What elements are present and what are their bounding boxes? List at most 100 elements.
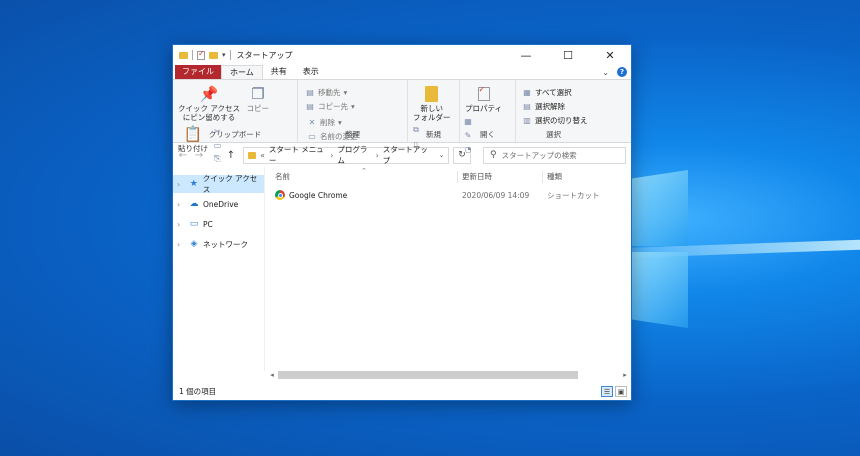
file-name: Google Chrome: [289, 190, 348, 200]
search-icon: ⚲: [490, 150, 497, 160]
copy-to-button[interactable]: ▤ コピー先 ▾: [305, 100, 355, 112]
windows-logo: [628, 170, 698, 330]
group-label-new: 新規: [426, 130, 441, 139]
window-title: スタートアップ: [236, 50, 293, 60]
easy-access-icon: ▯: [413, 139, 419, 149]
maximize-button[interactable]: ☐: [547, 45, 589, 65]
new-folder-icon: [423, 84, 441, 104]
properties-icon: [475, 84, 493, 104]
tab-share[interactable]: 共有: [263, 65, 295, 79]
select-all-icon: ▦: [523, 87, 531, 97]
select-none-icon: ▤: [523, 101, 531, 111]
help-icon[interactable]: ?: [617, 67, 627, 77]
nav-item-network[interactable]: › ◈ ネットワーク: [173, 235, 264, 253]
chevron-down-icon[interactable]: ⌄: [602, 68, 609, 77]
move-icon: ▤: [306, 87, 314, 97]
tab-view[interactable]: 表示: [295, 65, 327, 79]
large-icons-view-button[interactable]: ▣: [615, 385, 627, 397]
pin-to-quick-access-button[interactable]: 📌 クイック アクセス にピン留めする: [176, 82, 242, 122]
navigation-pane: › ★ クイック アクセス › ☁ OneDrive › ▭ PC › ◈ ネッ…: [173, 167, 265, 371]
quick-access-toolbar: ▾: [179, 49, 231, 60]
paste-shortcut-icon: ⎘: [214, 154, 221, 163]
delete-button[interactable]: ✕ 削除 ▾: [307, 116, 358, 128]
up-button[interactable]: ↑: [225, 150, 237, 161]
move-to-button[interactable]: ▤ 移動先 ▾: [305, 86, 355, 98]
group-new: 新しい フォルダー ⧉ ▯ 新規: [408, 80, 460, 149]
tab-file[interactable]: ファイル: [175, 65, 221, 79]
horizontal-scrollbar[interactable]: ◂ ▸: [266, 368, 631, 382]
chevron-right-icon[interactable]: ›: [177, 180, 185, 189]
invert-selection-icon: ▥: [523, 115, 531, 125]
group-clipboard: 📌 クイック アクセス にピン留めする ❐ コピー 📋 貼り付け ✂ ▭ ⎘ ク…: [173, 80, 298, 163]
address-dropdown-icon[interactable]: ⌄: [435, 151, 448, 159]
copy-icon: ❐: [251, 85, 265, 103]
open-icon: ▦: [464, 116, 472, 126]
open-button[interactable]: ▦: [463, 115, 473, 127]
group-label-organize: 整理: [345, 130, 360, 139]
search-input[interactable]: ⚲ スタートアップの検索: [483, 146, 626, 164]
scroll-right-icon[interactable]: ▸: [619, 371, 631, 379]
network-icon: ◈: [190, 239, 198, 249]
select-all-button[interactable]: ▦ すべて選択: [522, 86, 588, 98]
folder-icon: [179, 51, 188, 59]
file-type: ショートカット: [547, 190, 600, 200]
cloud-icon: ☁: [189, 199, 199, 209]
status-bar: 1 個の項目 ☰ ▣: [173, 382, 631, 400]
column-date[interactable]: 更新日時: [458, 171, 543, 183]
file-row[interactable]: Google Chrome 2020/06/09 14:09 ショートカット: [265, 187, 631, 203]
nav-item-pc[interactable]: › ▭ PC: [173, 215, 264, 233]
file-list: ⌃ 名前 更新日時 種類 Google Chrome 2020/06/09 14…: [265, 167, 631, 371]
file-date: 2020/06/09 14:09: [462, 190, 530, 200]
folder-icon: [248, 151, 257, 159]
copy-button[interactable]: ❐ コピー: [245, 82, 272, 113]
group-label-select: 選択: [546, 130, 561, 139]
copy-path-button[interactable]: ▭: [213, 139, 223, 151]
paste-shortcut-button[interactable]: ⎘: [213, 153, 223, 165]
breadcrumb-start-menu[interactable]: スタート メニュー: [269, 144, 326, 166]
address-overflow[interactable]: «: [260, 151, 265, 160]
breadcrumb-programs[interactable]: プログラム: [337, 144, 371, 166]
breadcrumb-startup[interactable]: スタートアップ: [383, 144, 431, 166]
details-view-button[interactable]: ☰: [601, 385, 613, 397]
select-none-button[interactable]: ▤ 選択解除: [522, 100, 588, 112]
sort-up-icon: ⌃: [361, 167, 367, 175]
new-folder-button[interactable]: 新しい フォルダー: [411, 82, 453, 122]
column-type[interactable]: 種類: [543, 171, 623, 183]
tab-home[interactable]: ホーム: [221, 65, 263, 79]
history-button[interactable]: ◔: [463, 143, 473, 155]
close-button[interactable]: ✕: [589, 45, 631, 65]
item-count: 1 個の項目: [179, 386, 217, 396]
nav-item-onedrive[interactable]: › ☁ OneDrive: [173, 195, 264, 213]
minimize-button[interactable]: —: [505, 45, 547, 65]
scroll-left-icon[interactable]: ◂: [266, 371, 278, 379]
column-headers: ⌃ 名前 更新日時 種類: [265, 167, 631, 185]
computer-icon: ▭: [189, 219, 199, 229]
nav-item-quick-access[interactable]: › ★ クイック アクセス: [173, 174, 264, 194]
chevron-right-icon[interactable]: ›: [177, 220, 185, 229]
group-open: プロパティ ▦ ✎ ◔ 開く: [460, 80, 516, 154]
star-icon: ★: [189, 179, 198, 189]
large-icons-view-icon: ▣: [617, 387, 625, 396]
group-select: ▦ すべて選択 ▤ 選択解除 ▥ 選択の切り替え 選択: [516, 80, 591, 142]
ribbon-tabs: ファイル ホーム 共有 表示 ⌄ ?: [173, 65, 631, 79]
chevron-right-icon[interactable]: ›: [177, 240, 185, 249]
invert-selection-button[interactable]: ▥ 選択の切り替え: [522, 114, 587, 126]
copy-to-icon: ▤: [306, 101, 314, 111]
pin-icon: 📌: [199, 85, 219, 103]
chevron-right-icon[interactable]: ›: [177, 200, 185, 209]
copy-path-icon: ▭: [213, 140, 222, 150]
properties-button[interactable]: プロパティ: [463, 82, 504, 113]
chrome-icon: [275, 190, 285, 200]
properties-quick-icon[interactable]: [197, 49, 205, 60]
new-folder-quick-icon[interactable]: [209, 51, 218, 59]
ribbon: 📌 クイック アクセス にピン留めする ❐ コピー 📋 貼り付け ✂ ▭ ⎘ ク…: [173, 79, 631, 163]
history-icon: ◔: [464, 144, 472, 154]
scrollbar-thumb[interactable]: [278, 371, 579, 379]
details-view-icon: ☰: [603, 387, 611, 396]
navigation-row: ← → ⌄ ↑ « スタート メニュー › プログラム › スタートアップ ⌄ …: [173, 143, 631, 167]
delete-icon: ✕: [308, 117, 316, 127]
group-organize: ▤ 移動先 ▾ ▤ コピー先 ▾ ✕ 削除 ▾ ▭ 名前の変更 整理: [298, 80, 408, 142]
customize-toolbar-icon[interactable]: ▾: [222, 51, 226, 59]
main-area: › ★ クイック アクセス › ☁ OneDrive › ▭ PC › ◈ ネッ…: [173, 167, 631, 371]
file-explorer-window: ▾ スタートアップ — ☐ ✕ ファイル ホーム 共有 表示 ⌄ ? 📌 クイッ…: [172, 44, 632, 401]
